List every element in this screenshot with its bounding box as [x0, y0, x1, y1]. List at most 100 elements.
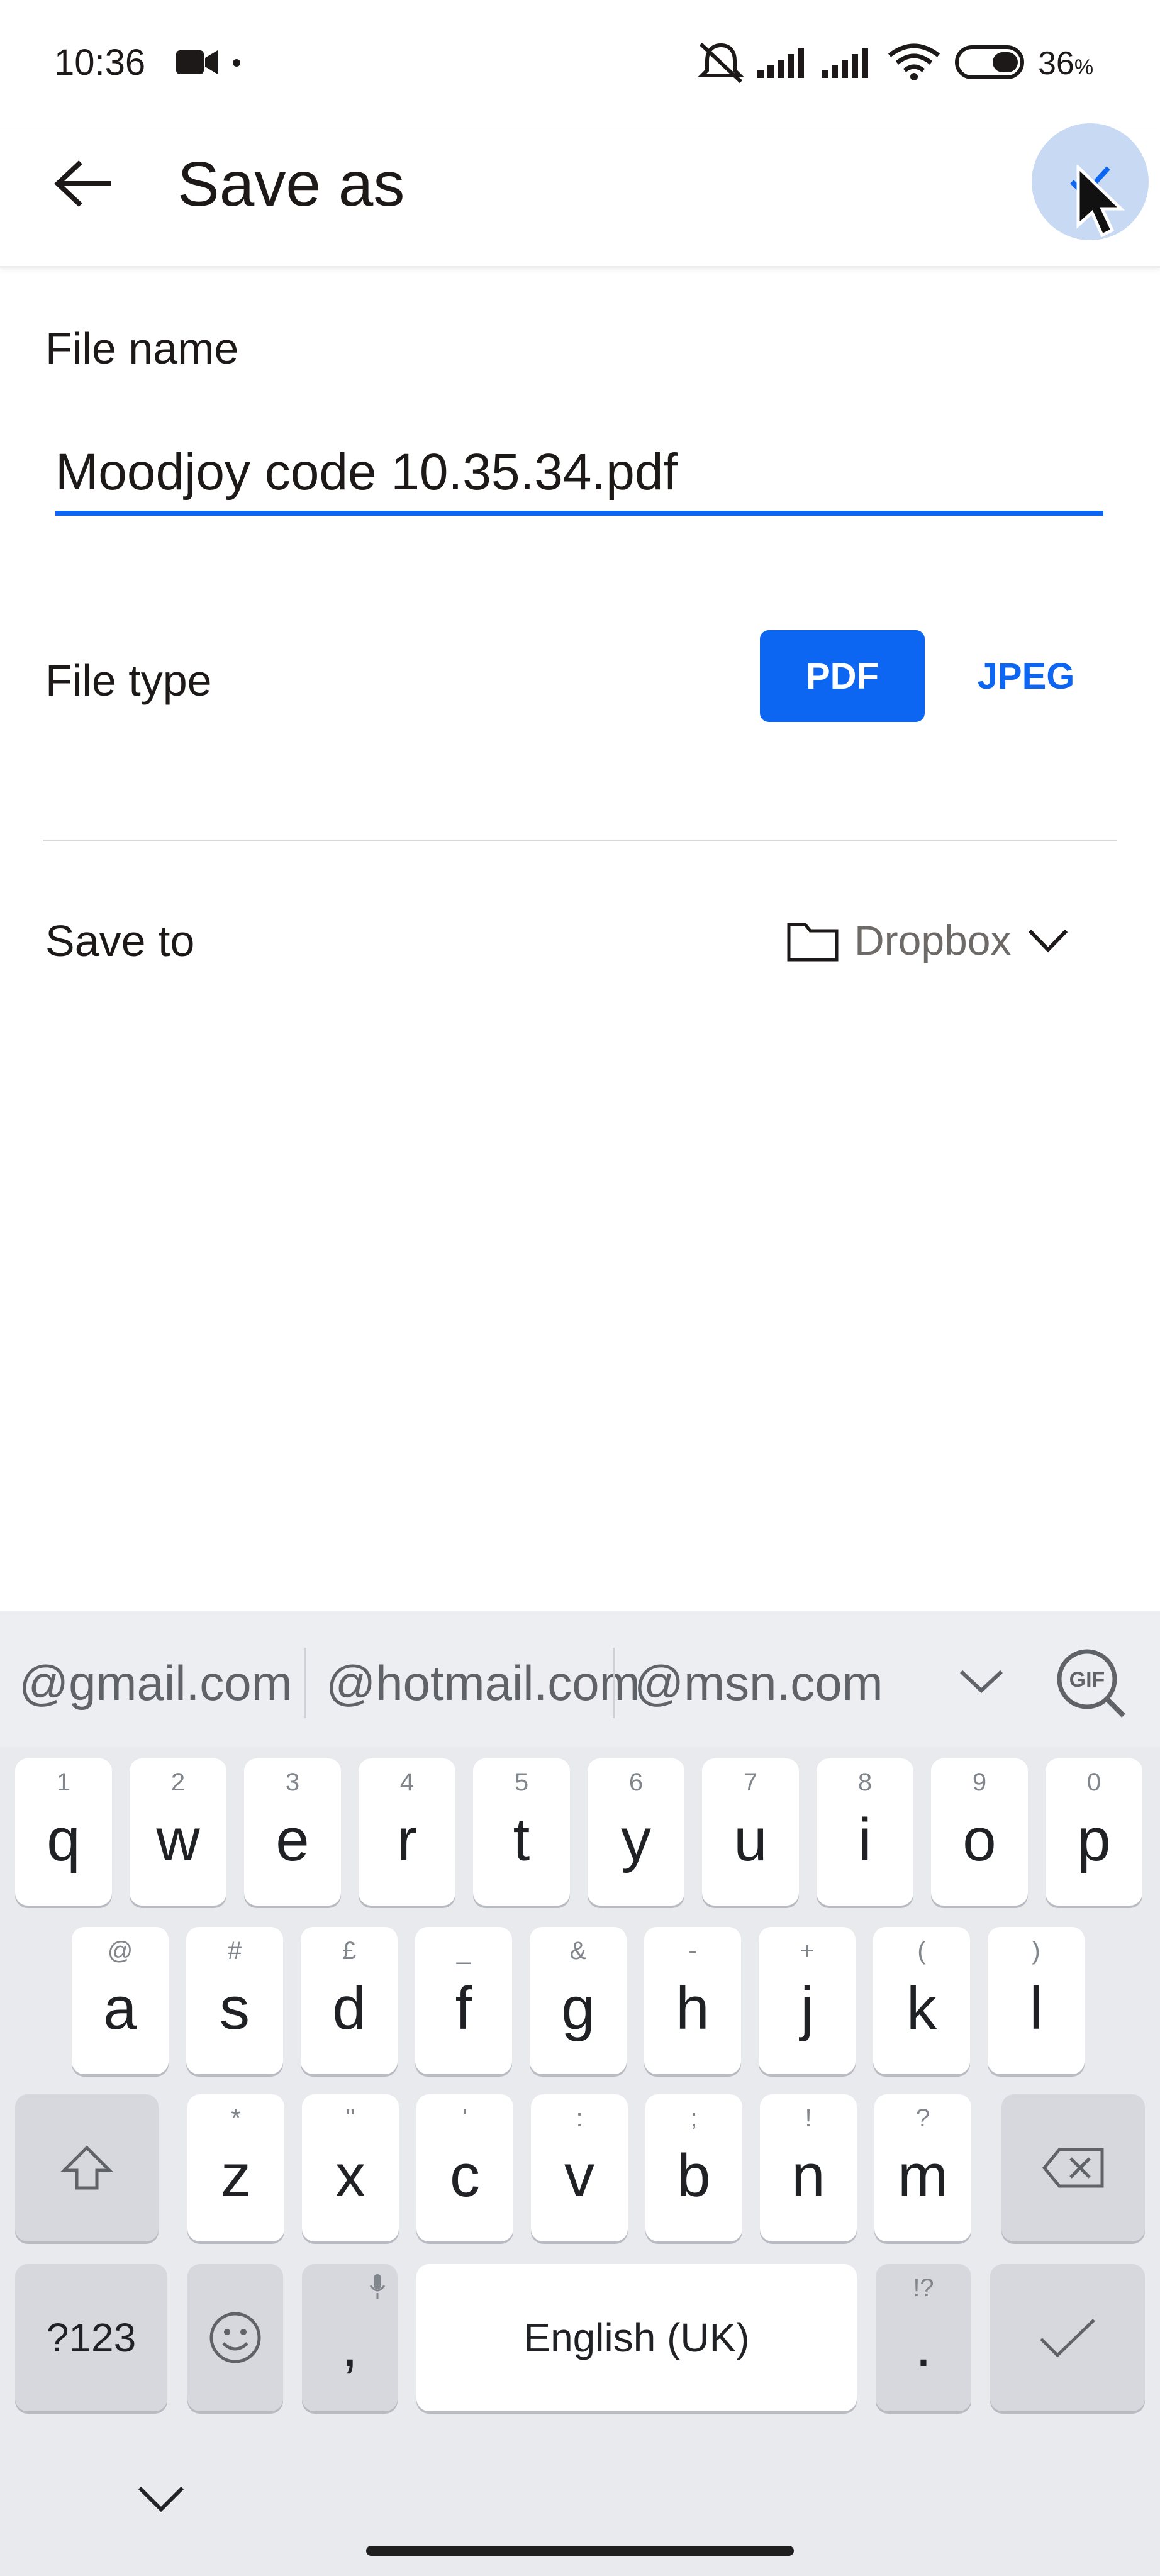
mouse-pointer-icon — [1076, 165, 1125, 238]
suggestion-gmail[interactable]: @gmail.com — [19, 1652, 293, 1714]
key-label: u — [733, 1806, 767, 1874]
key-k[interactable]: (k — [873, 1927, 970, 2074]
home-indicator[interactable] — [366, 2546, 794, 2556]
key-hint: 4 — [399, 1768, 415, 1796]
key-f[interactable]: _ f — [415, 1927, 512, 2074]
backspace-key[interactable] — [1001, 2094, 1145, 2241]
key-o[interactable]: 9o — [931, 1758, 1028, 1906]
key-label: k — [906, 1975, 937, 2042]
key-label: s — [220, 1975, 250, 2042]
svg-text:GIF: GIF — [1069, 1668, 1105, 1692]
suggestion-hotmail[interactable]: @hotmail.com — [326, 1652, 640, 1714]
page-title: Save as — [177, 149, 405, 219]
key-label: o — [962, 1806, 996, 1874]
key-hint: & — [569, 1937, 587, 1965]
key-u[interactable]: 7u — [702, 1758, 799, 1906]
battery-unit: % — [1074, 55, 1094, 79]
key-label: j — [800, 1975, 814, 2042]
save-to-label: Save to — [45, 916, 195, 965]
app-bar — [0, 129, 1160, 268]
key-c[interactable]: ' c — [416, 2094, 513, 2241]
key-s[interactable]: # s — [186, 1927, 283, 2074]
key-hint: ) — [1032, 1937, 1040, 1965]
wifi-icon — [888, 43, 940, 80]
status-time: 10:36 — [54, 42, 146, 83]
key-g[interactable]: & g — [530, 1927, 627, 2074]
key-a[interactable]: @ a — [72, 1927, 169, 2074]
key-label: z — [221, 2142, 251, 2209]
key-x[interactable]: " x — [302, 2094, 399, 2241]
key-j[interactable]: + j — [759, 1927, 856, 2074]
key-hint: : — [576, 2104, 583, 2132]
period-key-label: . — [915, 2312, 932, 2379]
key-m[interactable]: ? m — [874, 2094, 971, 2241]
key-hint: ; — [690, 2104, 698, 2132]
suggestion-msn[interactable]: @msn.com — [634, 1652, 883, 1714]
bell-muted-icon — [697, 42, 745, 84]
key-z[interactable]: * z — [187, 2094, 284, 2241]
key-hint: 1 — [56, 1768, 71, 1796]
key-r[interactable]: 4r — [359, 1758, 455, 1906]
key-label: f — [455, 1975, 472, 2042]
file-name-input[interactable] — [55, 434, 1103, 516]
key-hint: + — [800, 1937, 815, 1965]
key-e[interactable]: 3e — [244, 1758, 341, 1906]
emoji-smiley-icon — [209, 2312, 261, 2363]
key-label: t — [513, 1806, 530, 1874]
save-to-dropdown[interactable]: Dropbox — [786, 906, 1070, 975]
microphone-icon — [369, 2274, 386, 2299]
key-hint: £ — [342, 1937, 357, 1965]
gif-search-icon[interactable]: GIF — [1054, 1646, 1127, 1719]
key-l[interactable]: ) l — [988, 1927, 1085, 2074]
key-y[interactable]: 6y — [588, 1758, 684, 1906]
key-label: p — [1077, 1806, 1111, 1874]
key-n[interactable]: ! n — [760, 2094, 857, 2241]
key-label: a — [103, 1975, 137, 2042]
key-label: v — [564, 2142, 594, 2209]
key-label: b — [677, 2142, 711, 2209]
key-label: h — [676, 1975, 710, 2042]
key-h[interactable]: -h — [644, 1927, 741, 2074]
suggestion-separator — [613, 1648, 615, 1718]
file-type-jpeg-button[interactable]: JPEG — [944, 630, 1108, 722]
expand-suggestions-chevron-icon[interactable] — [957, 1665, 1005, 1697]
key-label: r — [397, 1806, 417, 1874]
file-name-label: File name — [45, 324, 239, 373]
key-t[interactable]: 5t — [473, 1758, 570, 1906]
key-label: l — [1029, 1975, 1043, 2042]
comma-key[interactable]: , — [302, 2264, 398, 2411]
space-key-label: English (UK) — [523, 2315, 750, 2360]
hide-keyboard-chevron-icon[interactable] — [136, 2482, 186, 2517]
key-hint: 5 — [514, 1768, 529, 1796]
key-i[interactable]: 8i — [817, 1758, 913, 1906]
key-label: q — [47, 1806, 81, 1874]
key-label: d — [332, 1975, 366, 2042]
key-label: n — [791, 2142, 825, 2209]
shift-key[interactable] — [15, 2094, 159, 2241]
space-key[interactable]: English (UK) — [416, 2264, 857, 2411]
arrow-left-icon — [54, 160, 111, 207]
key-hint: 8 — [857, 1768, 873, 1796]
enter-key[interactable] — [990, 2264, 1145, 2411]
file-type-pdf-button[interactable]: PDF — [760, 630, 925, 722]
key-label: e — [276, 1806, 310, 1874]
battery-value: 36 — [1038, 45, 1074, 82]
notification-dot-icon — [233, 59, 240, 67]
key-q[interactable]: 1q — [15, 1758, 112, 1906]
symbols-key-label: ?123 — [46, 2315, 137, 2360]
key-hint: * — [231, 2104, 241, 2132]
key-hint: 7 — [743, 1768, 758, 1796]
key-hint: 6 — [628, 1768, 644, 1796]
period-key[interactable]: !? . — [876, 2264, 971, 2411]
back-button[interactable] — [45, 146, 121, 221]
key-hint: @ — [107, 1937, 133, 1965]
save-to-value: Dropbox — [854, 917, 1012, 963]
key-p[interactable]: 0p — [1046, 1758, 1142, 1906]
symbols-key[interactable]: ?123 — [15, 2264, 167, 2411]
emoji-key[interactable] — [187, 2264, 283, 2411]
key-d[interactable]: £ d — [301, 1927, 398, 2074]
key-v[interactable]: :v — [531, 2094, 628, 2241]
key-b[interactable]: ; b — [645, 2094, 742, 2241]
key-w[interactable]: 2w — [130, 1758, 226, 1906]
battery-percentage: 36% — [1038, 43, 1093, 88]
